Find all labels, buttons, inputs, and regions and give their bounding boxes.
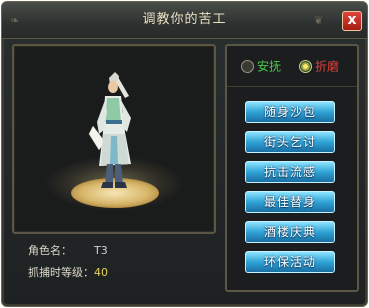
action-button-street-begging[interactable]: 街头乞讨 xyxy=(245,131,335,153)
action-button-eco-activity[interactable]: 环保活动 xyxy=(245,251,335,273)
actions-panel: 安抚 折磨 随身沙包 街头乞讨 抗击流感 最佳替身 酒楼庆典 环保活动 xyxy=(225,44,359,292)
character-preview-panel xyxy=(12,44,216,234)
dialog-title: 调教你的苦工 xyxy=(142,12,227,27)
dialog-window: ❧ 调教你的苦工 ❦ x 角色名： T3 抓捕时等级：40 安抚 折磨 随身沙包… xyxy=(1,1,368,307)
tab-torture[interactable]: 折磨 xyxy=(299,57,339,75)
character-name-value: T3 xyxy=(94,244,108,257)
capture-level-row: 抓捕时等级：40 xyxy=(28,264,108,280)
character-name-label: 角色名： xyxy=(28,244,72,257)
action-button-tavern-celebration[interactable]: 酒楼庆典 xyxy=(245,221,335,243)
tab-comfort[interactable]: 安抚 xyxy=(241,57,281,75)
title-bar[interactable]: ❧ 调教你的苦工 ❦ x xyxy=(2,2,367,39)
radio-selected-icon xyxy=(299,60,312,73)
capture-level-value: 40 xyxy=(94,266,108,279)
tab-torture-label: 折磨 xyxy=(315,59,340,74)
radio-unselected-icon xyxy=(241,60,254,73)
character-model-icon xyxy=(88,72,131,188)
right-ornament-icon: ❦ xyxy=(314,14,324,27)
action-button-sandbag[interactable]: 随身沙包 xyxy=(245,101,335,123)
action-button-best-stand-in[interactable]: 最佳替身 xyxy=(245,191,335,213)
capture-level-label: 抓捕时等级： xyxy=(28,266,94,279)
mode-tabs: 安抚 折磨 xyxy=(227,46,357,87)
character-name-row: 角色名： T3 xyxy=(28,242,108,258)
tab-comfort-label: 安抚 xyxy=(257,59,282,74)
close-button[interactable]: x xyxy=(342,11,362,31)
action-button-fight-flu[interactable]: 抗击流感 xyxy=(245,161,335,183)
